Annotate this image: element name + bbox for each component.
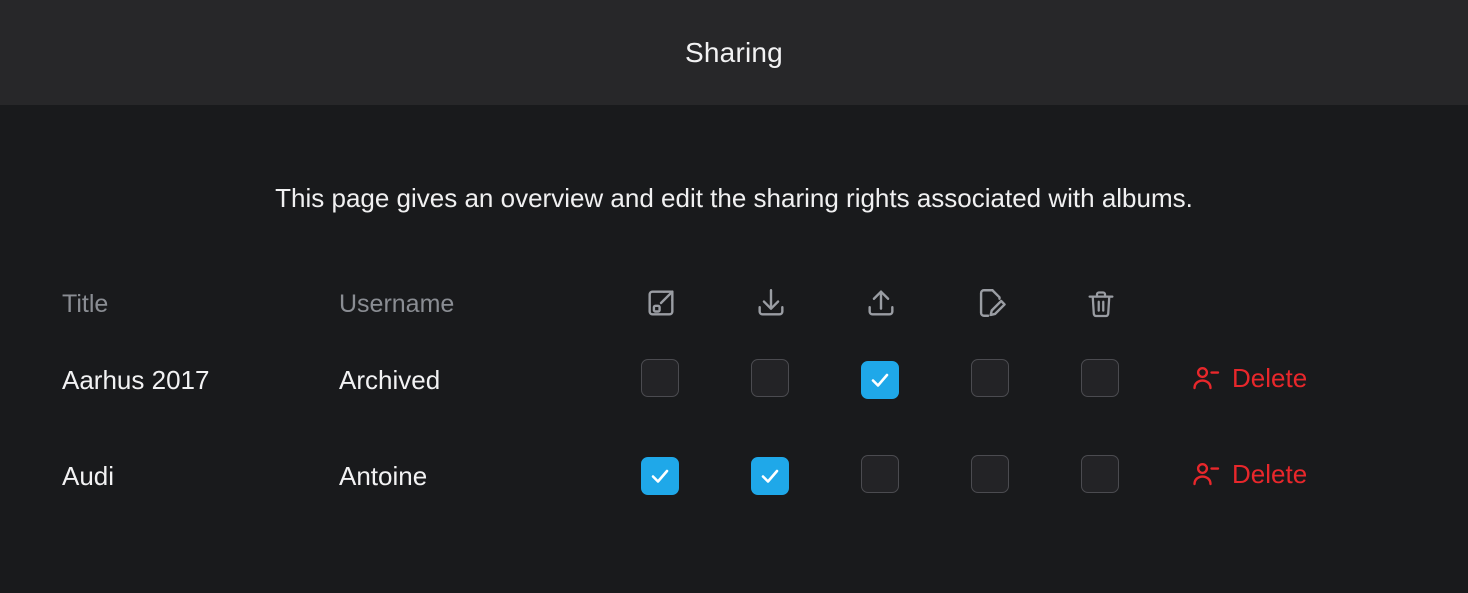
cell-username: Archived [339,332,641,428]
album-title: Aarhus 2017 [62,364,210,395]
cell-permission-share [641,428,751,524]
cell-title: Audi [62,428,339,524]
cell-permission-upload [861,428,971,524]
checkbox-upload[interactable] [861,361,899,400]
table-row: Audi Antoine Delete [62,428,1406,524]
checkbox-download[interactable] [751,457,789,496]
album-username: Archived [339,364,441,395]
checkbox-edit[interactable] [971,454,1009,493]
cell-permission-delete [1081,428,1191,524]
delete-share-label: Delete [1232,362,1308,393]
trash-icon [1081,284,1121,324]
cell-permission-share [641,332,751,428]
column-header-username: Username [339,276,641,332]
cell-username: Antoine [339,428,641,524]
cell-permission-download [751,332,861,428]
cell-permission-edit [971,332,1081,428]
column-header-title: Title [62,276,339,332]
cell-permission-delete [1081,332,1191,428]
column-header-download [751,276,861,332]
page-description: This page gives an overview and edit the… [275,183,1193,213]
upload-icon [861,283,901,323]
column-header-upload [861,276,971,332]
album-username: Antoine [339,460,428,491]
file-edit-icon [971,283,1011,323]
page-content: This page gives an overview and edit the… [0,105,1468,593]
table-header: Title Username [62,276,1406,332]
delete-share-label: Delete [1232,458,1308,489]
cell-permission-edit [971,428,1081,524]
checkbox-share[interactable] [641,358,679,397]
user-minus-icon [1191,459,1221,489]
checkbox-edit[interactable] [971,358,1009,397]
checkbox-upload[interactable] [861,454,899,493]
album-title: Audi [62,460,115,491]
cell-actions: Delete [1191,332,1406,428]
page-title: Sharing [685,36,783,68]
column-header-delete [1081,276,1191,332]
delete-share-button[interactable]: Delete [1191,363,1307,393]
column-header-title-label: Title [62,289,109,318]
column-header-actions [1191,276,1406,332]
checkbox-share[interactable] [641,457,679,496]
user-minus-icon [1191,363,1221,393]
column-header-edit [971,276,1081,332]
sharing-table: Title Username Aarhus 2017 Archived Dele… [62,276,1406,524]
sharing-table-container: Title Username Aarhus 2017 Archived Dele… [0,276,1468,524]
share-external-icon [641,283,681,323]
cell-actions: Delete [1191,428,1406,524]
column-header-username-label: Username [339,289,455,318]
checkbox-delete[interactable] [1081,454,1119,493]
window-titlebar: Sharing [0,0,1468,105]
table-body: Aarhus 2017 Archived Delete Audi Antoine… [62,332,1406,524]
cell-title: Aarhus 2017 [62,332,339,428]
download-icon [751,283,791,323]
column-header-share [641,276,751,332]
table-header-row: Title Username [62,276,1406,332]
delete-share-button[interactable]: Delete [1191,459,1307,489]
cell-permission-upload [861,332,971,428]
cell-permission-download [751,428,861,524]
checkbox-delete[interactable] [1081,358,1119,397]
sharing-page: Sharing This page gives an overview and … [0,0,1468,593]
checkbox-download[interactable] [751,358,789,397]
table-row: Aarhus 2017 Archived Delete [62,332,1406,428]
